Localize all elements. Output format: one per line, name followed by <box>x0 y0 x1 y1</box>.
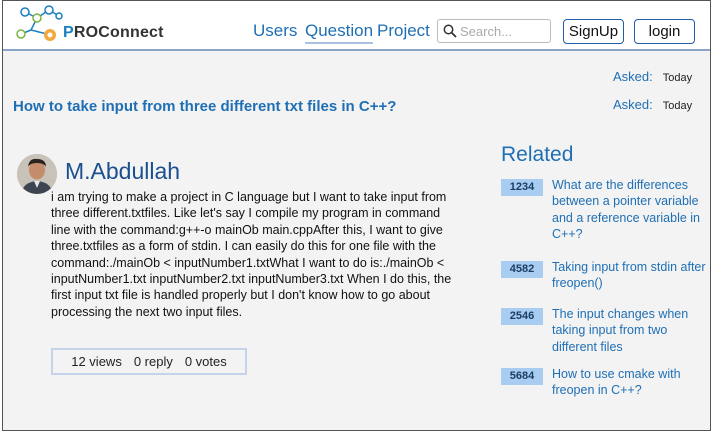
votes-count: 0 votes <box>184 354 227 369</box>
site-logo[interactable]: PROConnect <box>13 4 163 46</box>
user-photo-icon <box>17 154 57 194</box>
asked-meta-2: Asked: Today <box>613 97 692 112</box>
brand-name: PROConnect <box>63 24 164 41</box>
reply-count: 0 reply <box>133 354 173 369</box>
related-link[interactable]: The input changes when taking input from… <box>552 306 709 355</box>
related-heading: Related <box>501 143 574 166</box>
login-button[interactable]: login <box>634 19 695 44</box>
asked-date: Today <box>662 72 693 84</box>
search-input[interactable] <box>460 22 548 40</box>
nav-users[interactable]: Users <box>253 21 297 41</box>
related-link[interactable]: Taking input from stdin after freopen() <box>552 259 709 292</box>
nav-project[interactable]: Project <box>377 21 430 41</box>
author-name[interactable]: M.Abdullah <box>65 158 180 185</box>
asked-meta-1: Asked: Today <box>613 69 692 84</box>
views-count: 12 views <box>71 354 122 369</box>
question-stats: 12 views 0 reply 0 votes <box>51 348 247 375</box>
top-navbar: PROConnect Users Question Project SignUp… <box>3 1 710 51</box>
search-icon[interactable] <box>443 24 457 38</box>
nav-question[interactable]: Question <box>305 21 374 44</box>
related-count-badge: 1234 <box>501 179 543 196</box>
related-count-badge: 5684 <box>501 368 543 385</box>
page-frame: PROConnect Users Question Project SignUp… <box>2 0 711 431</box>
question-title[interactable]: How to take input from three different t… <box>13 98 396 115</box>
question-body: i am trying to make a project in C langu… <box>51 190 452 319</box>
related-link[interactable]: How to use cmake with freopen in C++? <box>552 366 709 399</box>
asked-date: Today <box>662 100 693 112</box>
signup-button[interactable]: SignUp <box>563 19 624 44</box>
related-count-badge: 2546 <box>501 308 543 325</box>
asked-label: Asked: <box>613 69 653 84</box>
search-box <box>437 19 551 43</box>
related-link[interactable]: What are the differences between a point… <box>552 177 709 243</box>
author-avatar[interactable] <box>17 154 57 194</box>
related-count-badge: 4582 <box>501 261 543 278</box>
asked-label: Asked: <box>613 97 653 112</box>
